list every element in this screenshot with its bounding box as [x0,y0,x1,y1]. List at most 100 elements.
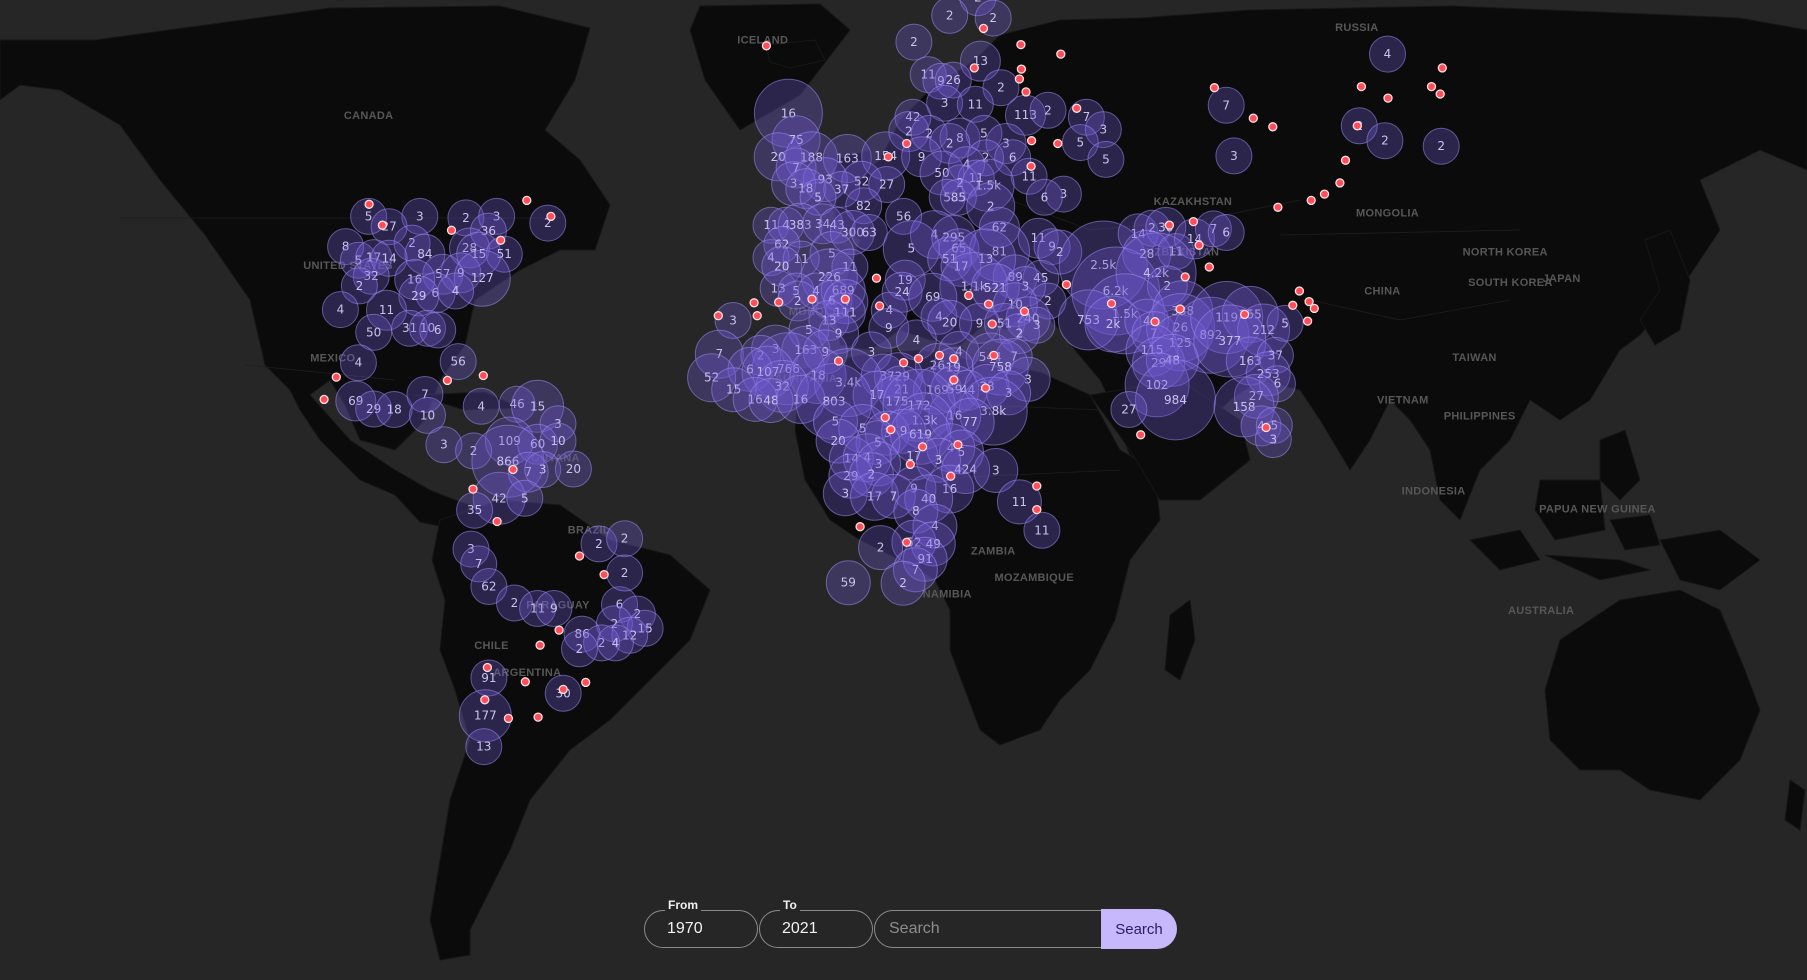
single-event-marker[interactable] [949,375,959,385]
single-event-marker[interactable] [377,220,388,230]
event-cluster[interactable]: 2 [931,0,969,34]
single-event-marker[interactable] [1016,39,1026,50]
single-event-marker[interactable] [1335,178,1345,188]
single-event-marker[interactable] [446,225,457,235]
search-input[interactable] [874,910,1102,948]
single-event-marker[interactable] [554,625,564,635]
single-event-marker[interactable] [533,712,543,722]
single-event-marker[interactable] [913,354,924,364]
event-cluster[interactable]: 27 [1110,391,1148,428]
single-event-marker[interactable] [969,63,979,73]
single-event-marker[interactable] [442,375,453,386]
single-event-marker[interactable] [482,662,493,673]
single-event-marker[interactable] [946,471,956,481]
single-event-marker[interactable] [1194,240,1204,250]
single-event-marker[interactable] [1180,272,1190,282]
single-event-marker[interactable] [1239,309,1250,320]
event-cluster[interactable]: 5 [506,479,544,517]
single-event-marker[interactable] [478,370,488,381]
single-event-marker[interactable] [840,294,850,304]
event-cluster[interactable]: 4 [321,291,359,329]
single-event-marker[interactable] [558,684,568,695]
single-event-marker[interactable] [1435,89,1445,99]
single-event-marker[interactable] [953,440,963,450]
event-cluster[interactable]: 4 [1369,35,1406,73]
single-event-marker[interactable] [902,138,912,149]
event-cluster[interactable]: 20 [554,450,592,488]
event-cluster[interactable]: 2 [1366,122,1404,160]
single-event-marker[interactable] [1209,83,1220,93]
single-event-marker[interactable] [833,356,844,366]
event-cluster[interactable]: 2 [561,630,598,668]
single-event-marker[interactable] [983,299,994,309]
event-cluster[interactable]: 2 [1422,127,1460,165]
single-event-marker[interactable] [883,152,893,162]
from-year-value[interactable]: 1970 [667,920,703,938]
single-event-marker[interactable] [1340,155,1351,165]
single-event-marker[interactable] [752,311,762,321]
single-event-marker[interactable] [1309,303,1319,314]
event-cluster[interactable]: 2 [895,23,933,61]
event-cluster[interactable]: 6 [1025,178,1063,216]
to-year-value[interactable]: 2021 [782,920,818,938]
single-event-marker[interactable] [520,677,530,687]
single-event-marker[interactable] [1437,63,1447,73]
single-event-marker[interactable] [934,350,945,361]
event-cluster[interactable]: 6 [419,311,457,349]
single-event-marker[interactable] [1302,316,1313,326]
single-event-marker[interactable] [1288,300,1298,310]
single-event-marker[interactable] [713,311,723,321]
single-event-marker[interactable] [1026,136,1037,146]
event-cluster[interactable]: 2 [1029,91,1067,129]
single-event-marker[interactable] [364,199,374,209]
single-event-marker[interactable] [1248,113,1258,123]
event-cluster[interactable]: 13 [465,728,503,766]
single-event-marker[interactable] [774,297,784,307]
single-event-marker[interactable] [480,695,490,705]
single-event-marker[interactable] [886,424,896,435]
single-event-marker[interactable] [1056,49,1066,59]
event-cluster[interactable]: 5 [1266,304,1304,342]
search-button[interactable]: Search [1101,909,1177,949]
single-event-marker[interactable] [902,537,912,547]
single-event-marker[interactable] [1204,262,1214,272]
event-cluster[interactable]: 2 [606,520,644,558]
event-cluster[interactable]: 3 [1215,137,1253,175]
to-year-field[interactable]: To 2021 [759,898,873,948]
single-event-marker[interactable] [1032,504,1042,515]
single-event-marker[interactable] [1150,317,1160,327]
single-event-marker[interactable] [1352,121,1362,131]
single-event-marker[interactable] [871,273,882,283]
single-event-marker[interactable] [1188,216,1199,227]
single-event-marker[interactable] [987,319,997,329]
event-cluster[interactable]: 3 [1254,421,1292,458]
single-event-marker[interactable] [1426,81,1437,92]
event-cluster[interactable]: 7 [1207,86,1245,124]
single-event-marker[interactable] [978,23,989,34]
single-event-marker[interactable] [1294,286,1305,296]
single-event-marker[interactable] [1061,279,1072,290]
single-event-marker[interactable] [1164,220,1175,230]
single-event-marker[interactable] [1356,81,1367,92]
single-event-marker[interactable] [1053,138,1063,149]
single-event-marker[interactable] [898,358,909,368]
single-event-marker[interactable] [1304,296,1314,307]
single-event-marker[interactable] [905,459,915,470]
single-event-marker[interactable] [508,464,518,475]
single-event-marker[interactable] [749,298,759,308]
from-year-field[interactable]: From 1970 [644,898,758,948]
event-cluster[interactable]: 2 [880,560,926,606]
single-event-marker[interactable] [807,294,817,304]
event-cluster[interactable]: 35 [456,491,494,529]
single-event-marker[interactable] [1019,306,1030,317]
single-event-marker[interactable] [989,350,999,361]
event-cluster[interactable]: 11 [1023,511,1061,549]
single-event-marker[interactable] [496,235,506,245]
single-event-marker[interactable] [980,383,991,393]
event-cluster[interactable]: 5 [1087,140,1125,178]
single-event-marker[interactable] [581,677,591,688]
single-event-marker[interactable] [1383,93,1393,103]
single-event-marker[interactable] [1306,195,1316,206]
single-event-marker[interactable] [1026,161,1036,171]
single-event-marker[interactable] [855,522,865,532]
